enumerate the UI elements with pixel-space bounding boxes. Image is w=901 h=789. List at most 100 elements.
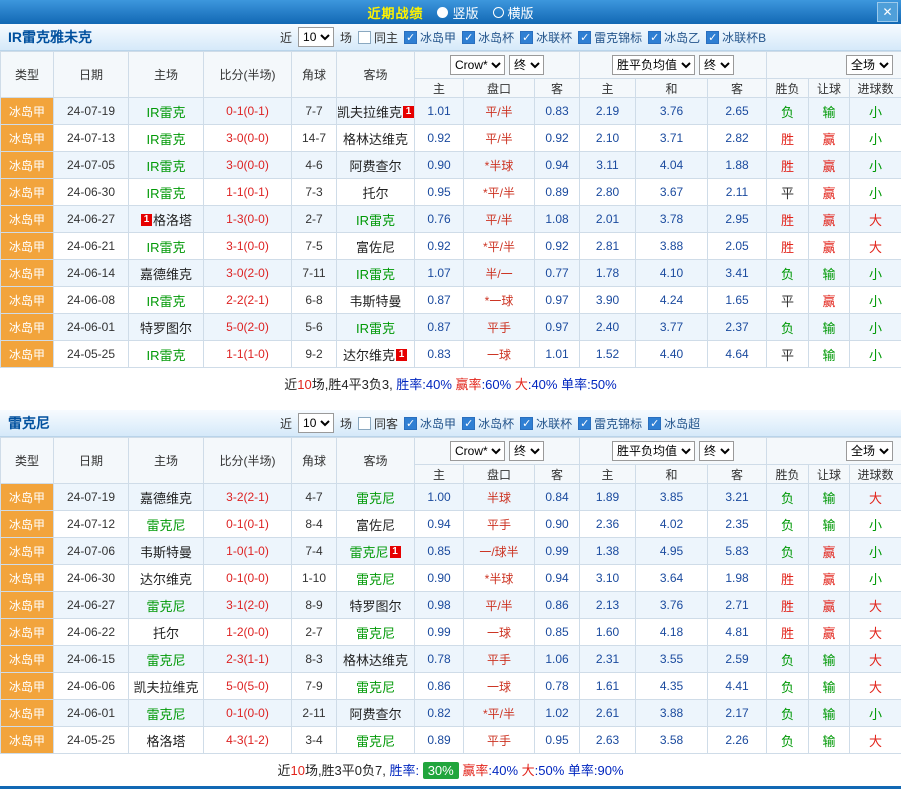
subcol-asia-away: 客 [535, 465, 580, 484]
league-checkbox-item[interactable]: 冰岛杯 [462, 415, 514, 432]
goals-cell: 小 [850, 538, 901, 565]
league-cell: 冰岛甲 [1, 646, 54, 673]
score-cell: 2-3(1-1) [204, 646, 292, 673]
near-label: 近 [280, 29, 292, 46]
handicap-cell: 半/一 [464, 260, 535, 287]
match-row: 冰岛甲 24-07-05 IR雷克 3-0(0-0) 4-6 阿费查尔 0.90… [1, 152, 901, 179]
section2-team-name: 雷克尼 [8, 413, 280, 433]
let-ball-cell: 赢 [809, 592, 850, 619]
match-row: 冰岛甲 24-07-06 韦斯特曼 1-0(1-0) 7-4 雷克尼1 0.85… [1, 538, 901, 565]
score-cell: 0-1(0-0) [204, 700, 292, 727]
vertical-layout-label: 竖版 [452, 3, 478, 22]
date-cell: 24-06-27 [54, 206, 129, 233]
league-checkbox-item[interactable]: 冰岛甲 [404, 415, 456, 432]
euro-draw-odds: 4.35 [636, 673, 708, 700]
league-checkbox-item[interactable]: 冰联杯 [520, 415, 572, 432]
recent-count-select[interactable]: 10 [298, 27, 334, 47]
asia-final-select[interactable]: 终 [509, 55, 544, 75]
goals-cell: 大 [850, 233, 901, 260]
home-team-cell: IR雷克 [129, 179, 204, 206]
subcol-goals: 进球数 [850, 465, 901, 484]
date-cell: 24-06-14 [54, 260, 129, 287]
section2-results-table: 类型 日期 主场 比分(半场) 角球 客场 Crow*终 胜平负均值终 全场 主… [0, 437, 901, 754]
league-checkbox-item[interactable]: 冰岛乙 [648, 29, 700, 46]
euro-win-odds: 1.52 [580, 341, 636, 368]
handicap-cell: *平/半 [464, 233, 535, 260]
score-cell: 1-1(1-0) [204, 341, 292, 368]
odds-company-select[interactable]: Crow* [450, 441, 505, 461]
euro-lose-odds: 2.59 [708, 646, 767, 673]
match-row: 冰岛甲 24-06-14 嘉德维克 3-0(2-0) 7-11 IR雷克 1.0… [1, 260, 901, 287]
corners-cell: 8-9 [292, 592, 337, 619]
euro-lose-odds: 3.41 [708, 260, 767, 287]
goals-cell: 大 [850, 673, 901, 700]
goals-cell: 大 [850, 484, 901, 511]
asia-away-odds: 0.94 [535, 565, 580, 592]
recent-count-select[interactable]: 10 [298, 413, 334, 433]
horizontal-layout-radio[interactable]: 横版 [493, 3, 534, 22]
summary-segment: 赢率 [456, 377, 482, 392]
league-checkbox-item[interactable]: 雷克锦标 [578, 29, 642, 46]
euro-avg-select[interactable]: 胜平负均值 [612, 441, 695, 461]
date-cell: 24-06-01 [54, 314, 129, 341]
date-cell: 24-07-12 [54, 511, 129, 538]
score-cell: 4-3(1-2) [204, 727, 292, 754]
col-score: 比分(半场) [204, 52, 292, 98]
home-team-name: 雷克尼 [146, 707, 185, 722]
league-checkbox-item[interactable]: 冰岛杯 [462, 29, 514, 46]
matches-label: 场 [340, 415, 352, 432]
league-checkbox-item[interactable]: 冰联杯 [520, 29, 572, 46]
euro-final-select[interactable]: 终 [699, 55, 734, 75]
asia-away-odds: 0.92 [535, 233, 580, 260]
asia-final-select[interactable]: 终 [509, 441, 544, 461]
handicap-cell: 平/半 [464, 125, 535, 152]
scope-select[interactable]: 全场 [846, 55, 893, 75]
euro-lose-odds: 2.05 [708, 233, 767, 260]
handicap-cell: 半球 [464, 484, 535, 511]
euro-final-select[interactable]: 终 [699, 441, 734, 461]
away-team-cell: 特罗图尔 [337, 592, 415, 619]
away-team-name: 达尔维克 [343, 348, 395, 363]
euro-win-odds: 2.31 [580, 646, 636, 673]
match-row: 冰岛甲 24-05-25 IR雷克 1-1(1-0) 9-2 达尔维克1 0.8… [1, 341, 901, 368]
same-away-checkbox[interactable]: 同客 [358, 415, 398, 432]
away-team-cell: 格林达维克 [337, 125, 415, 152]
summary-segment: 10 [290, 763, 304, 778]
vertical-layout-radio[interactable]: 竖版 [437, 3, 478, 22]
league-checkbox-item[interactable]: 雷克锦标 [578, 415, 642, 432]
euro-draw-odds: 4.04 [636, 152, 708, 179]
same-away-label: 同客 [374, 415, 398, 432]
home-team-cell: IR雷克 [129, 152, 204, 179]
same-home-checkbox[interactable]: 同主 [358, 29, 398, 46]
euro-draw-odds: 3.58 [636, 727, 708, 754]
euro-lose-odds: 4.64 [708, 341, 767, 368]
odds-company-select[interactable]: Crow* [450, 55, 505, 75]
score-cell: 3-0(2-0) [204, 260, 292, 287]
home-team-name: 格洛塔 [153, 213, 192, 228]
asia-home-odds: 0.87 [415, 287, 464, 314]
corners-cell: 7-7 [292, 98, 337, 125]
corners-cell: 2-7 [292, 206, 337, 233]
close-button[interactable]: ✕ [877, 2, 898, 22]
section1-summary: 近10场,胜4平3负3, 胜率:40% 赢率:60% 大:40% 单率:50% [0, 368, 901, 400]
corners-cell: 2-11 [292, 700, 337, 727]
league-checkbox-item[interactable]: 冰岛甲 [404, 29, 456, 46]
score-cell: 3-1(0-0) [204, 233, 292, 260]
let-ball-cell: 输 [809, 646, 850, 673]
handicap-cell: 平/半 [464, 592, 535, 619]
subcol-euro-lose: 客 [708, 79, 767, 98]
checkbox-checked-icon [706, 31, 719, 44]
euro-avg-select[interactable]: 胜平负均值 [612, 55, 695, 75]
away-team-name: 雷克尼 [349, 545, 388, 560]
score-cell: 3-1(2-0) [204, 592, 292, 619]
away-team-cell: 雷克尼 [337, 565, 415, 592]
league-checkbox-item[interactable]: 冰联杯B [706, 29, 766, 46]
scope-select[interactable]: 全场 [846, 441, 893, 461]
euro-draw-odds: 4.24 [636, 287, 708, 314]
date-cell: 24-06-08 [54, 287, 129, 314]
subcol-asia-home: 主 [415, 79, 464, 98]
away-team-cell: 雷克尼1 [337, 538, 415, 565]
euro-odds-controls: 胜平负均值终 [580, 52, 767, 79]
league-checkbox-item[interactable]: 冰岛超 [648, 415, 700, 432]
scope-controls: 全场 [767, 52, 901, 79]
